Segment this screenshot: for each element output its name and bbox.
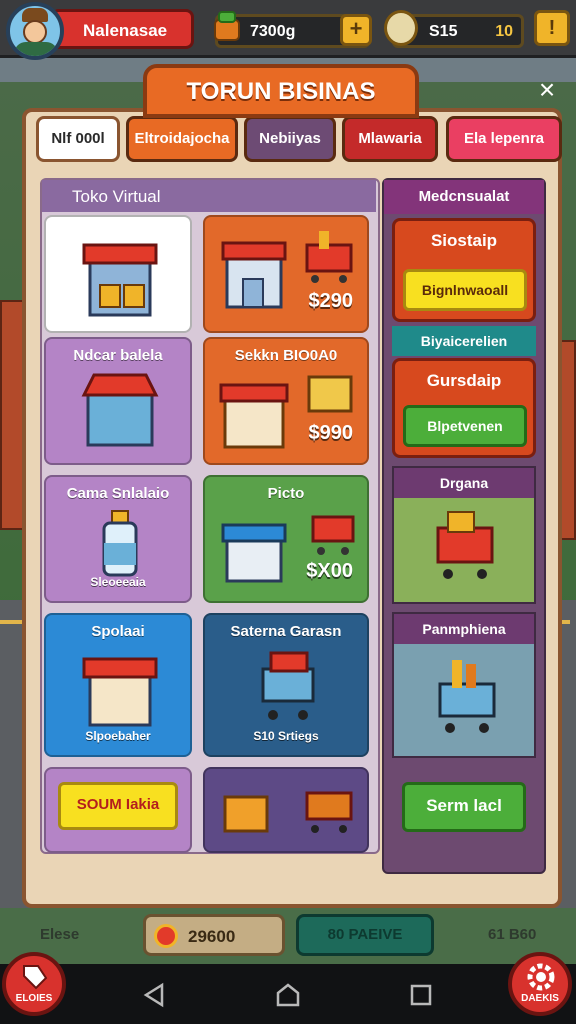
panel-title: TORUN BISINAS xyxy=(143,64,419,118)
player-name: Nalenasae xyxy=(83,21,168,40)
box-icon xyxy=(223,795,269,833)
side-item-1-title: Drgana xyxy=(394,468,534,498)
home-icon[interactable] xyxy=(275,982,301,1008)
store-icon xyxy=(221,241,287,309)
level-value: 10 xyxy=(495,23,513,40)
gear-icon xyxy=(527,963,555,991)
bottom-status: 80 PAEIVE xyxy=(296,914,434,956)
shop-card-1[interactable] xyxy=(44,215,192,333)
cart-icon xyxy=(311,515,355,555)
shop-card-4[interactable]: Sekkn BIO0A0 $990 xyxy=(203,337,369,465)
storefront-icon xyxy=(82,657,158,727)
card-8-label: Saterna Garasn xyxy=(230,623,342,640)
shop-round-button[interactable]: ELOIES xyxy=(2,952,66,1016)
trolley-icon xyxy=(261,651,315,720)
bottom-left-text: Elese xyxy=(40,926,80,943)
player-avatar[interactable] xyxy=(6,2,64,60)
side-item-1[interactable]: Drgana xyxy=(392,466,536,604)
side-box-2: Gursdaip Blpetvenen xyxy=(392,358,536,458)
bottom-right-text: 61 B60 xyxy=(488,926,537,943)
shop-round-label: ELOIES xyxy=(15,993,53,1004)
side-item-2-title: Panmphiena xyxy=(394,614,534,644)
card-5-label: Cama Snlalaio xyxy=(66,485,170,502)
side-item-2[interactable]: Panmphiena xyxy=(392,612,536,758)
tab-0[interactable]: Nlf 000l xyxy=(36,116,120,162)
shop-card-2[interactable]: $290 xyxy=(203,215,369,333)
tab-2[interactable]: Nebiiyas xyxy=(244,116,336,162)
crate-icon xyxy=(307,375,353,413)
shop-card-6[interactable]: Picto $X00 xyxy=(203,475,369,603)
tag-icon xyxy=(23,965,48,990)
card-5-sublabel: Sleoeeaia xyxy=(90,575,146,589)
card-3-label: Ndcar balela xyxy=(73,347,163,364)
card-7-sublabel: Slpoebaher xyxy=(85,729,151,743)
gems-value: S15 xyxy=(429,23,458,40)
money-value: 29600 xyxy=(188,927,236,946)
shop-building-icon xyxy=(82,243,158,317)
shopping-cart-icon xyxy=(305,231,353,283)
tab-3[interactable]: Mlawaria xyxy=(342,116,438,162)
card-6-label: Picto xyxy=(267,485,305,502)
buy-button[interactable]: SOUM Iakia xyxy=(58,782,178,830)
bottle-icon xyxy=(102,510,138,577)
card-2-price: $290 xyxy=(308,290,354,312)
side-box-1-button[interactable]: Bignlnwaoall xyxy=(403,269,527,311)
side-header: Medcnsualat xyxy=(384,180,544,214)
kiosk-icon xyxy=(81,373,159,447)
shop-card-10[interactable] xyxy=(203,767,369,853)
money-display: 29600 xyxy=(143,914,285,956)
shop-card-5[interactable]: Cama Snlalaio Sleoeeaia xyxy=(44,475,192,603)
side-box-1-title: Siostaip xyxy=(430,231,498,250)
side-action-button[interactable]: Serm lacl xyxy=(402,782,526,832)
card-6-price: $X00 xyxy=(306,560,353,582)
face-icon xyxy=(23,20,47,44)
grid-title: Toko Virtual xyxy=(42,180,376,212)
coins-value: 7300g xyxy=(250,23,296,40)
settings-round-label: DAEKIS xyxy=(521,993,559,1004)
back-icon[interactable] xyxy=(142,982,168,1008)
side-box-2-button[interactable]: Blpetvenen xyxy=(403,405,527,447)
close-button[interactable]: × xyxy=(530,74,564,108)
card-8-sublabel: S10 Srtiegs xyxy=(253,729,319,743)
card-7-label: Spolaai xyxy=(91,623,145,640)
trophy-icon xyxy=(384,10,418,46)
basket-icon xyxy=(305,791,353,833)
shop-card-3[interactable]: Ndcar balela xyxy=(44,337,192,465)
side-box-2-title: Gursdaip xyxy=(426,371,502,390)
alert-button[interactable]: ! xyxy=(534,10,570,46)
player-name-plate[interactable]: Nalenasae xyxy=(54,9,194,49)
side-subheader: Biyaicerelien xyxy=(392,326,536,356)
loaded-cart-icon xyxy=(436,511,494,579)
grocery-cart-icon xyxy=(438,660,496,733)
add-coins-button[interactable]: + xyxy=(340,14,372,46)
recents-icon[interactable] xyxy=(408,982,434,1008)
card-4-label: Sekkn BIO0A0 xyxy=(234,347,338,364)
side-box-1: Siostaip Bignlnwaoall xyxy=(392,218,536,322)
tab-4[interactable]: Ela lepenra xyxy=(446,116,562,162)
shop-card-7[interactable]: Spolaai Slpoebaher xyxy=(44,613,192,757)
card-4-price: $990 xyxy=(308,422,354,444)
money-bag-icon xyxy=(214,11,240,41)
shop-card-8[interactable]: Saterna Garasn S10 Srtiegs xyxy=(203,613,369,757)
market-stall-icon xyxy=(219,383,289,449)
settings-round-button[interactable]: DAEKIS xyxy=(508,952,572,1016)
coin-icon xyxy=(154,924,178,948)
stand-icon xyxy=(221,523,287,583)
tab-1[interactable]: Eltroidajocha xyxy=(126,116,238,162)
